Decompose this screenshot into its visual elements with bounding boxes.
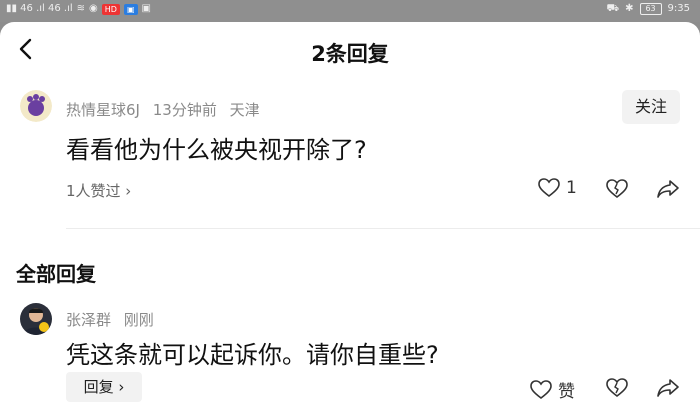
reply-avatar[interactable]	[20, 303, 52, 335]
like-button[interactable]: 1	[538, 178, 577, 198]
bluetooth-icon: ✱	[625, 3, 634, 14]
planet-avatar-icon	[20, 90, 52, 122]
reply-button[interactable]: 回复 ›	[66, 372, 142, 402]
reply-meta: 张泽群 刚刚	[66, 309, 162, 330]
page-title: 2条回复	[311, 42, 389, 66]
follow-button[interactable]: 关注	[622, 90, 680, 124]
share-icon[interactable]	[656, 378, 680, 398]
likes-link[interactable]: 1人赞过 ›	[66, 180, 131, 201]
reply-author-name[interactable]: 张泽群	[66, 311, 111, 329]
sync-icon: ◉	[89, 3, 98, 14]
avatar[interactable]	[20, 90, 52, 122]
reply-time: 刚刚	[123, 311, 154, 329]
message-notification-icon: ▣	[123, 3, 138, 15]
status-bar: ▮▮ 46 .ıl 46 .ıl ≋ ◉ HD ▣ ▣ ⛟ ✱ 63 9:35	[0, 0, 700, 22]
dislike-heart-icon[interactable]	[606, 179, 628, 199]
clock-time: 9:35	[667, 3, 690, 14]
dislike-heart-icon[interactable]	[606, 378, 628, 398]
notification-icon: ▣	[141, 3, 151, 14]
like-label: 赞	[558, 382, 575, 402]
share-icon[interactable]	[656, 179, 680, 199]
reply-text: 凭这条就可以起诉你。请你自重些?	[66, 341, 439, 369]
divider	[66, 228, 700, 229]
comment-location: 天津	[229, 101, 260, 119]
app-notification-icon: HD	[101, 3, 120, 15]
sheet-header: 2条回复	[0, 22, 700, 78]
replies-sheet: 2条回复 热情星球6J 13分钟前 天津 关注 看看他为什么被央视开除了? 1人…	[0, 22, 700, 410]
section-title: 全部回复	[16, 262, 96, 286]
comment-text: 看看他为什么被央视开除了?	[66, 136, 367, 164]
author-name[interactable]: 热情星球6J	[66, 101, 140, 119]
comment-meta: 热情星球6J 13分钟前 天津	[66, 99, 268, 120]
reply-like-button[interactable]: 赞	[530, 377, 575, 402]
heart-icon	[530, 379, 552, 399]
wifi-icon: ≋	[76, 3, 86, 14]
battery-icon: 63	[639, 3, 662, 15]
car-icon: ⛟	[606, 3, 620, 14]
comment-time: 13分钟前	[152, 101, 217, 119]
like-count: 1	[566, 178, 577, 198]
person-avatar-icon	[20, 303, 52, 335]
signal-icon: ▮▮ 46 .ıl 46 .ıl	[6, 3, 73, 14]
heart-icon	[538, 178, 560, 198]
